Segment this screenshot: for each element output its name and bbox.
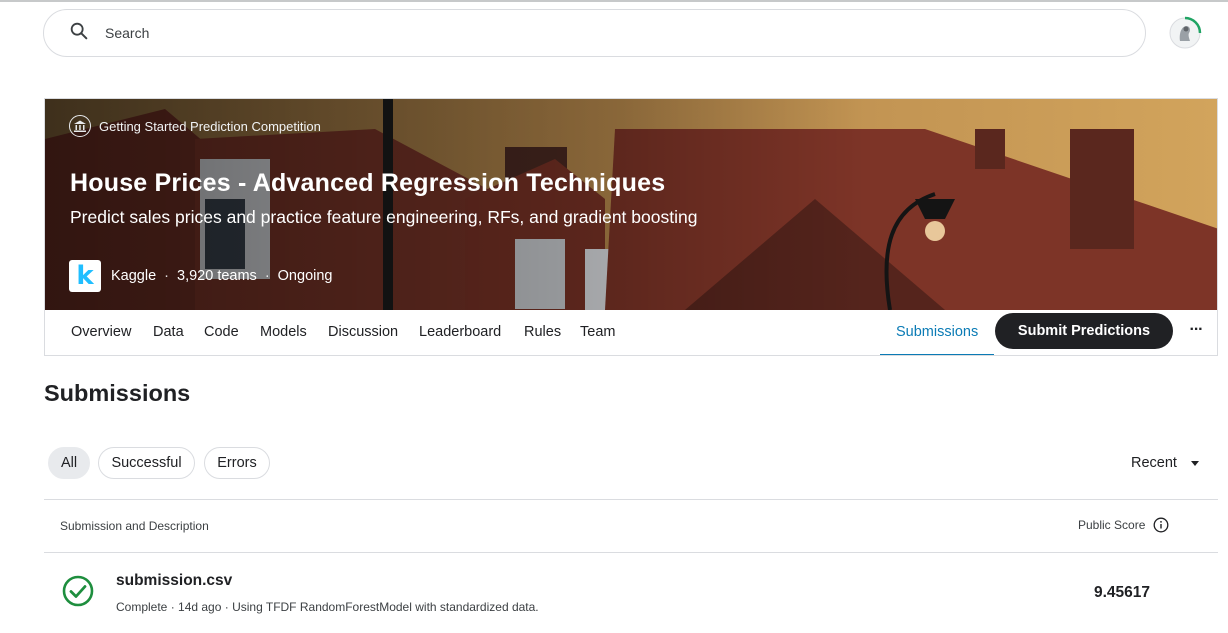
tab-rules[interactable]: Rules	[524, 310, 561, 355]
meta-separator: ·	[164, 268, 169, 284]
top-border	[0, 0, 1228, 2]
competition-type-label: Getting Started Prediction Competition	[99, 118, 321, 134]
tab-discussion[interactable]: Discussion	[328, 310, 398, 355]
user-avatar[interactable]	[1168, 16, 1202, 50]
divider	[44, 552, 1218, 553]
submit-predictions-button[interactable]: Submit Predictions	[995, 313, 1173, 349]
tab-data[interactable]: Data	[153, 310, 184, 355]
divider	[44, 499, 1218, 500]
submission-description: Complete · 14d ago · Using TFDF RandomFo…	[116, 600, 539, 614]
competition-type: Getting Started Prediction Competition	[69, 115, 321, 137]
column-header-score-label: Public Score	[1078, 518, 1146, 532]
filter-all[interactable]: All	[48, 447, 90, 479]
filter-successful[interactable]: Successful	[98, 447, 195, 479]
more-horiz-icon[interactable]: ···	[1185, 320, 1207, 342]
info-icon[interactable]	[1153, 517, 1169, 533]
bank-icon	[69, 115, 91, 137]
competition-title: House Prices - Advanced Regression Techn…	[70, 169, 666, 197]
team-count: 3,920 teams	[177, 268, 257, 284]
tab-submissions[interactable]: Submissions	[880, 310, 995, 355]
competition-status: Ongoing	[277, 268, 333, 284]
host-name[interactable]: Kaggle	[111, 268, 156, 284]
competition-meta: k Kaggle · 3,920 teams · Ongoing	[69, 260, 332, 292]
sort-dropdown[interactable]: Recent	[1131, 455, 1199, 471]
meta-separator: ·	[264, 268, 270, 284]
search-icon	[68, 20, 90, 47]
filter-errors[interactable]: Errors	[204, 447, 270, 479]
tab-models[interactable]: Models	[260, 310, 307, 355]
search-input[interactable]: Search	[105, 25, 149, 41]
page-title: Submissions	[44, 380, 191, 406]
competition-banner: Getting Started Prediction Competition H…	[45, 99, 1217, 310]
competition-subtitle: Predict sales prices and practice featur…	[70, 207, 698, 227]
competition-tabs: Overview Data Code Models Discussion Lea…	[45, 310, 1217, 355]
column-header-score: Public Score	[1078, 517, 1169, 533]
check-circle-icon	[62, 575, 94, 607]
column-header-description: Submission and Description	[60, 519, 209, 533]
competition-header: Getting Started Prediction Competition H…	[44, 98, 1218, 356]
tab-leaderboard[interactable]: Leaderboard	[419, 310, 501, 355]
sort-label: Recent	[1131, 455, 1177, 471]
search-bar[interactable]: Search	[43, 9, 1146, 57]
tab-team[interactable]: Team	[580, 310, 615, 355]
submission-filename[interactable]: submission.csv	[116, 572, 232, 590]
kaggle-logo-icon[interactable]: k	[69, 260, 101, 292]
caret-down-icon	[1190, 460, 1199, 466]
public-score: 9.45617	[1094, 584, 1151, 601]
tab-code[interactable]: Code	[204, 310, 239, 355]
tab-overview[interactable]: Overview	[71, 310, 131, 355]
